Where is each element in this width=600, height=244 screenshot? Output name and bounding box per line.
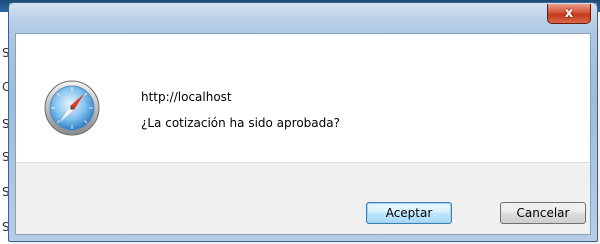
accept-button[interactable]: Aceptar	[366, 202, 452, 224]
safari-compass-icon	[44, 80, 100, 136]
dialog-message: ¿La cotización ha sido aprobada?	[141, 116, 340, 130]
cancel-button[interactable]: Cancelar	[500, 202, 586, 224]
dialog-origin-url: http://localhost	[141, 90, 232, 104]
close-button[interactable]: x	[547, 4, 591, 24]
alert-dialog: x http://localhost ¿La cotización ha sid…	[8, 2, 598, 242]
dialog-body: http://localhost ¿La cotización ha sido …	[15, 33, 591, 235]
dialog-content	[16, 34, 590, 162]
close-icon: x	[564, 6, 574, 21]
dialog-titlebar[interactable]	[9, 3, 597, 33]
